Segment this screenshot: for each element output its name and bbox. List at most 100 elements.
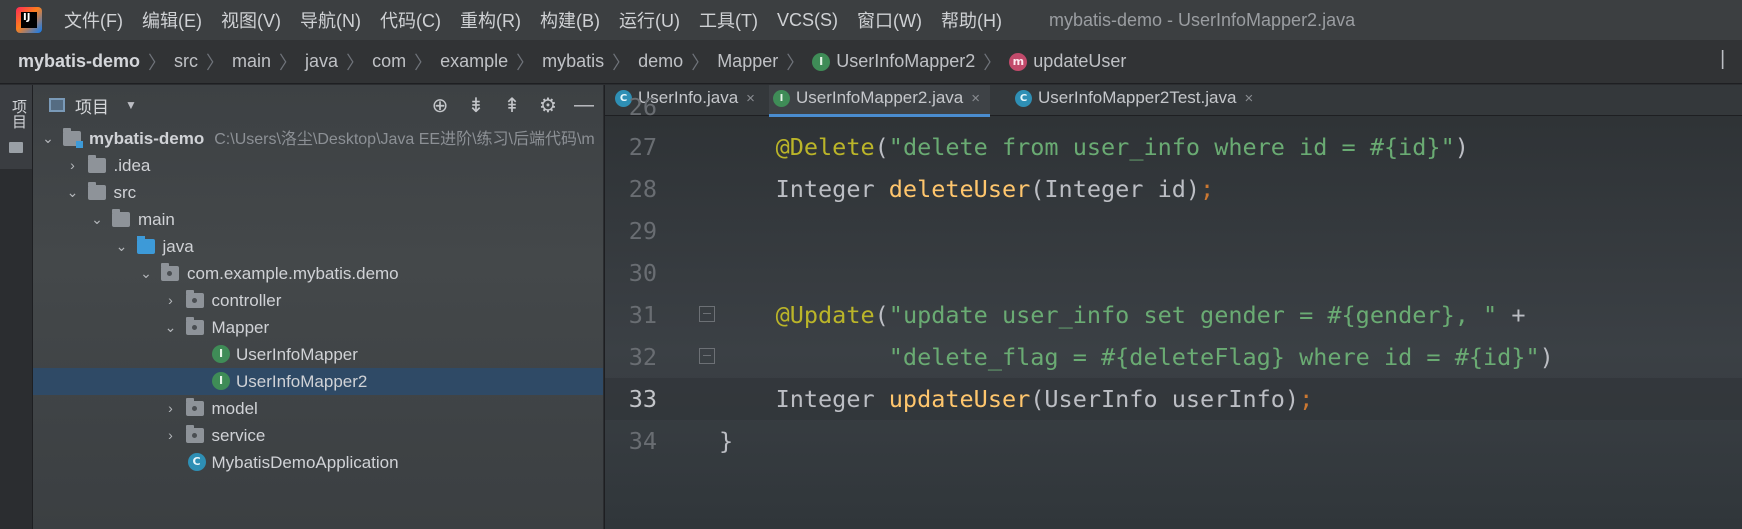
code-line[interactable]: 31 @Update("update user_info set gender …	[605, 294, 1742, 336]
tree-item-text: .idea	[113, 156, 151, 175]
tree-item[interactable]: ⌄ com.example.mybatis.demo	[33, 260, 603, 287]
chevron-right-icon[interactable]: ›	[164, 422, 178, 449]
menu-window[interactable]: 窗口(W)	[857, 7, 922, 33]
project-panel-header: 项目 ▼ ⊕ ⇟ ⇞ ⚙ —	[33, 85, 603, 125]
code-text: @Delete("delete from user_info where id …	[719, 126, 1469, 168]
tree-item-text: MybatisDemoApplication	[211, 453, 399, 472]
line-number: 28	[628, 175, 657, 203]
hide-panel-icon[interactable]: —	[573, 94, 595, 117]
editor: C UserInfo.java × I UserInfoMapper2.java × C Us…	[604, 85, 1742, 529]
tree-item[interactable]: ⌄ java	[33, 233, 603, 260]
code-token-plain: +	[1497, 301, 1526, 329]
breadcrumb-separator: 〉	[983, 52, 1002, 73]
project-view-icon	[49, 98, 65, 112]
package-icon	[185, 425, 204, 443]
menu-file[interactable]: 文件(F)	[64, 7, 123, 33]
tree-item[interactable]: › service	[33, 422, 603, 449]
tree-item[interactable]: ⌄ Mapper	[33, 314, 603, 341]
tree-item[interactable]: › .idea	[33, 152, 603, 179]
tree-item-label: mybatis-demo C:\Users\洛尘\Desktop\Java EE进…	[89, 125, 595, 153]
code-token-anno: @Update	[775, 301, 875, 329]
breadcrumb-interface[interactable]: UserInfoMapper2	[836, 51, 975, 72]
code-line[interactable]: 29	[605, 210, 1742, 252]
project-panel: 项目 ▼ ⊕ ⇟ ⇞ ⚙ — ⌄ mybatis-demo C:\Users\洛尘\…	[33, 85, 603, 529]
breadcrumb-demo[interactable]: demo	[638, 51, 683, 72]
tree-item-text: com.example.mybatis.demo	[187, 264, 399, 283]
breadcrumb-src[interactable]: src	[174, 51, 198, 72]
gear-icon[interactable]: ⚙	[537, 93, 559, 118]
menu-edit[interactable]: 编辑(E)	[142, 7, 202, 33]
code-line[interactable]: 32 "delete_flag = #{deleteFlag} where id…	[605, 336, 1742, 378]
breadcrumb-mybatis[interactable]: mybatis	[542, 51, 604, 72]
breadcrumb-example[interactable]: example	[440, 51, 508, 72]
code-line-current[interactable]: 33 Integer updateUser(UserInfo userInfo)…	[605, 378, 1742, 420]
fold-icon[interactable]	[699, 306, 715, 322]
code-token-semi: ;	[1200, 175, 1215, 203]
menu-code[interactable]: 代码(C)	[380, 7, 441, 33]
project-tool-tab[interactable]: 项目	[0, 85, 32, 169]
code-text: Integer deleteUser(Integer id);	[719, 168, 1215, 210]
chevron-right-icon[interactable]: ›	[164, 287, 178, 314]
chevron-down-icon[interactable]: ⌄	[139, 260, 153, 287]
method-icon: m	[1009, 52, 1028, 71]
tree-item[interactable]: › model	[33, 395, 603, 422]
chevron-down-icon[interactable]: ⌄	[66, 179, 80, 206]
chevron-down-icon[interactable]: ⌄	[115, 233, 129, 260]
tree-item-label: java	[163, 233, 194, 260]
code-token-plain: Integer	[775, 385, 889, 413]
tree-item-label: UserInfoMapper2	[236, 368, 367, 395]
menu-tools[interactable]: 工具(T)	[699, 7, 758, 33]
breadcrumb-main[interactable]: main	[232, 51, 271, 72]
chevron-right-icon[interactable]: ›	[164, 395, 178, 422]
menu-navigate[interactable]: 导航(N)	[300, 7, 361, 33]
code-line[interactable]: 28 Integer deleteUser(Integer id);	[605, 168, 1742, 210]
line-number: 31	[628, 301, 657, 329]
code-token-plain: )	[1454, 133, 1469, 161]
menu-help[interactable]: 帮助(H)	[941, 7, 1002, 33]
run-config-icon[interactable]: ▏	[1722, 50, 1736, 70]
breadcrumb-com[interactable]: com	[372, 51, 406, 72]
menu-run[interactable]: 运行(U)	[619, 7, 680, 33]
tree-item[interactable]: ⌄ main	[33, 206, 603, 233]
tree-item-label: controller	[212, 287, 282, 314]
fold-icon[interactable]	[699, 348, 715, 364]
breadcrumb-project[interactable]: mybatis-demo	[18, 51, 140, 72]
breadcrumb-mapper[interactable]: Mapper	[717, 51, 778, 72]
chevron-down-icon[interactable]: ⌄	[164, 314, 178, 341]
breadcrumb-java[interactable]: java	[305, 51, 338, 72]
tree-item[interactable]: ⌄ src	[33, 179, 603, 206]
breadcrumb-separator: 〉	[612, 52, 631, 73]
code-line[interactable]: 30	[605, 252, 1742, 294]
code-line[interactable]: 27 @Delete("delete from user_info where …	[605, 126, 1742, 168]
tree-item-label: service	[212, 422, 266, 449]
module-icon	[63, 128, 83, 148]
code-token-plain: (	[874, 301, 889, 329]
code-area[interactable]: 26 27 @Delete("delete from user_info wher…	[605, 93, 1742, 529]
tree-item-selected[interactable]: I UserInfoMapper2	[33, 368, 603, 395]
interface-icon: I	[212, 372, 230, 390]
locate-file-icon[interactable]: ⊕	[429, 93, 451, 118]
tree-item[interactable]: I UserInfoMapper	[33, 341, 603, 368]
chevron-right-icon[interactable]: ›	[66, 152, 80, 179]
chevron-down-icon[interactable]: ⌄	[90, 206, 104, 233]
project-panel-title[interactable]: 项目	[75, 93, 109, 118]
tree-item[interactable]: C MybatisDemoApplication	[33, 449, 603, 476]
expand-all-icon[interactable]: ⇟	[465, 93, 487, 118]
line-number: 27	[628, 133, 657, 161]
tree-item[interactable]: › controller	[33, 287, 603, 314]
menu-vcs[interactable]: VCS(S)	[777, 10, 838, 31]
code-line[interactable]: 34}	[605, 420, 1742, 462]
collapse-all-icon[interactable]: ⇞	[501, 93, 523, 118]
package-icon	[185, 317, 204, 335]
code-token-plain: (Integer id)	[1030, 175, 1201, 203]
code-text: "delete_flag = #{deleteFlag} where id = …	[719, 336, 1554, 378]
tree-item-text: Mapper	[211, 318, 270, 337]
menu-refactor[interactable]: 重构(R)	[460, 7, 521, 33]
menu-view[interactable]: 视图(V)	[221, 7, 281, 33]
breadcrumb-method[interactable]: updateUser	[1033, 51, 1126, 72]
tree-item[interactable]: ⌄ mybatis-demo C:\Users\洛尘\Desktop\Java EE…	[33, 125, 603, 152]
chevron-down-icon[interactable]: ⌄	[41, 125, 55, 152]
menu-build[interactable]: 构建(B)	[540, 7, 600, 33]
chevron-down-icon[interactable]: ▼	[125, 98, 137, 112]
intellij-logo-icon[interactable]: IJ	[16, 7, 42, 33]
